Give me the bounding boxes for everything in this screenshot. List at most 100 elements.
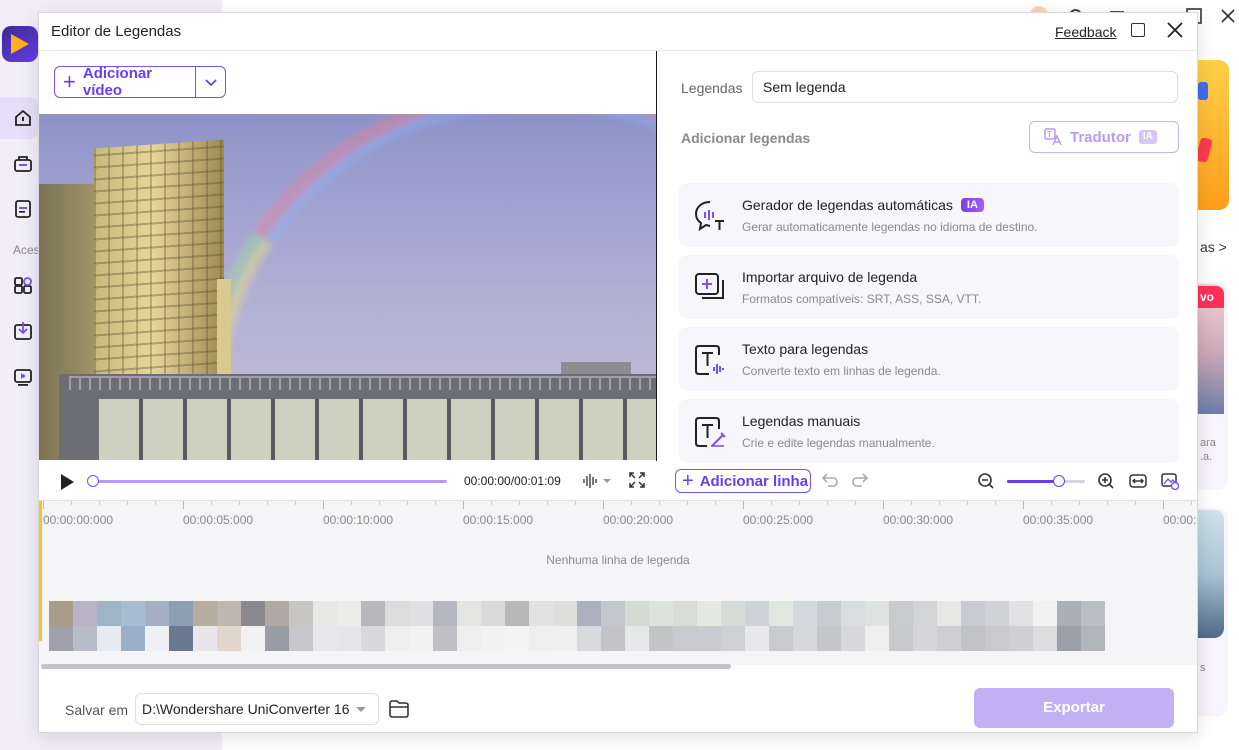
document-icon[interactable] xyxy=(13,199,33,219)
play-icon[interactable] xyxy=(61,474,74,490)
timeline-ruler[interactable]: 00:00:00:000 00:00:05:000 00:00:10:000 00:0… xyxy=(39,501,1197,531)
timeline[interactable]: 00:00:00:000 00:00:05:000 00:00:10:000 00:0… xyxy=(39,500,1197,665)
app-logo-icon xyxy=(2,26,38,62)
save-location-select[interactable]: D:\Wondershare UniConverter 16 xyxy=(135,693,379,725)
ruler-tick-label: 00:00:20:000 xyxy=(603,513,674,527)
thumbnail-frame xyxy=(817,626,841,651)
thumbnail-frame xyxy=(697,601,721,626)
thumbnail-frame xyxy=(121,626,145,651)
thumbnail-frame xyxy=(745,626,769,651)
zoom-slider-knob[interactable] xyxy=(1053,475,1065,487)
thumbnail-frame xyxy=(937,626,961,651)
add-line-button[interactable]: + Adicionar linha xyxy=(675,469,811,493)
dialog-title: Editor de Legendas xyxy=(51,23,182,40)
folder-icon[interactable] xyxy=(389,700,409,718)
subtitles-select[interactable]: Sem legenda xyxy=(752,71,1178,103)
thumbnail-frame xyxy=(49,601,73,626)
playhead[interactable] xyxy=(39,501,42,641)
add-video-button[interactable]: + Adicionar vídeo xyxy=(54,65,226,99)
auto-subtitle-icon xyxy=(694,201,724,232)
thumbnail-frame xyxy=(385,601,409,626)
text-to-subtitles-option[interactable]: Texto para legendas Converte texto em li… xyxy=(679,327,1179,391)
ruler-minor-tick xyxy=(127,501,128,505)
subtitle-editor-dialog: Editor de Legendas Feedback + Adicionar … xyxy=(38,12,1198,733)
video-thumbnail-strip[interactable] xyxy=(49,601,1197,651)
ruler-minor-tick xyxy=(379,501,380,505)
ruler-tick xyxy=(463,501,464,509)
thumbnail-frame xyxy=(841,626,865,651)
thumbnail-frame xyxy=(97,601,121,626)
zoom-out-icon[interactable] xyxy=(977,472,995,490)
maximize-button[interactable] xyxy=(1131,23,1145,37)
dialog-titlebar: Editor de Legendas Feedback xyxy=(39,13,1197,51)
thumbnail-frame xyxy=(169,601,193,626)
close-icon[interactable] xyxy=(1165,19,1185,41)
dialog-footer: Salvar em D:\Wondershare UniConverter 16… xyxy=(39,673,1197,732)
thumbnail-frame xyxy=(601,601,625,626)
ruler-tick-label: 00:00:10:000 xyxy=(323,513,394,527)
ruler-tick-label: 00:00:00:000 xyxy=(43,513,114,527)
thumbnail-frame xyxy=(49,626,73,651)
thumbnail-frame xyxy=(961,601,985,626)
video-preview[interactable] xyxy=(39,114,656,460)
ruler-minor-tick xyxy=(99,501,100,505)
manual-subtitles-option[interactable]: Legendas manuais Crie e edite legendas m… xyxy=(679,399,1179,463)
thumbnail-frame xyxy=(1081,626,1105,651)
thumbnail-frame xyxy=(1033,601,1057,626)
progress-bar[interactable] xyxy=(91,480,447,483)
ruler-minor-tick xyxy=(1191,501,1192,505)
ruler-tick-label: 00:00:35:000 xyxy=(1023,513,1094,527)
zoom-in-icon[interactable] xyxy=(1097,472,1115,490)
thumbnail-frame xyxy=(409,601,433,626)
fit-timeline-icon[interactable] xyxy=(1129,472,1147,490)
video-player-icon[interactable] xyxy=(13,367,33,387)
ruler-tick xyxy=(323,501,324,509)
option-title: Importar arquivo de legenda xyxy=(742,269,918,285)
add-video-dropdown[interactable] xyxy=(196,77,225,87)
audio-waveform-icon[interactable] xyxy=(582,472,612,490)
home-icon[interactable] xyxy=(13,108,33,128)
thumbnail-frame xyxy=(865,626,889,651)
thumbnail-frame xyxy=(265,626,289,651)
background-promo-card[interactable] xyxy=(1196,60,1229,210)
ruler-minor-tick xyxy=(239,501,240,505)
ruler-minor-tick xyxy=(1051,501,1052,505)
translator-ai-badge: IA xyxy=(1138,130,1157,144)
export-button[interactable]: Exportar xyxy=(974,688,1174,728)
image-settings-icon[interactable] xyxy=(1161,472,1179,490)
redo-icon[interactable] xyxy=(851,472,869,490)
add-video-main[interactable]: + Adicionar vídeo xyxy=(55,65,195,99)
apps-icon[interactable] xyxy=(13,276,33,296)
undo-icon[interactable] xyxy=(821,472,839,490)
timeline-scrollbar[interactable] xyxy=(41,664,731,669)
thumbnail-frame xyxy=(601,626,625,651)
option-title: Gerador de legendas automáticas IA xyxy=(742,197,984,213)
import-subtitle-file-option[interactable]: Importar arquivo de legenda Formatos com… xyxy=(679,255,1179,319)
feedback-link[interactable]: Feedback xyxy=(1055,24,1116,40)
auto-subtitle-generator-option[interactable]: Gerador de legendas automáticas IA Gerar … xyxy=(679,183,1179,247)
background-card-link[interactable]: as > xyxy=(1200,239,1227,255)
ruler-minor-tick xyxy=(687,501,688,505)
thumbnail-frame xyxy=(913,601,937,626)
thumbnail-frame xyxy=(193,601,217,626)
thumbnail-frame xyxy=(1009,601,1033,626)
thumbnail-frame xyxy=(841,601,865,626)
ruler-minor-tick xyxy=(295,501,296,505)
ruler-minor-tick xyxy=(939,501,940,505)
progress-knob[interactable] xyxy=(87,475,99,487)
background-close-icon[interactable] xyxy=(1220,8,1236,24)
thumbnail-frame xyxy=(625,601,649,626)
background-card-image xyxy=(1196,510,1224,638)
ruler-minor-tick xyxy=(71,501,72,505)
download-icon[interactable] xyxy=(13,321,33,341)
toolbox-icon[interactable] xyxy=(13,154,33,174)
thumbnail-frame xyxy=(193,626,217,651)
translator-button[interactable]: T Tradutor IA xyxy=(1029,121,1179,153)
thumbnail-frame xyxy=(145,601,169,626)
import-file-icon xyxy=(695,273,724,299)
ruler-minor-tick xyxy=(1107,501,1108,505)
ruler-minor-tick xyxy=(547,501,548,505)
ruler-minor-tick xyxy=(995,501,996,505)
thumbnail-frame xyxy=(721,601,745,626)
fullscreen-icon[interactable] xyxy=(629,472,645,488)
